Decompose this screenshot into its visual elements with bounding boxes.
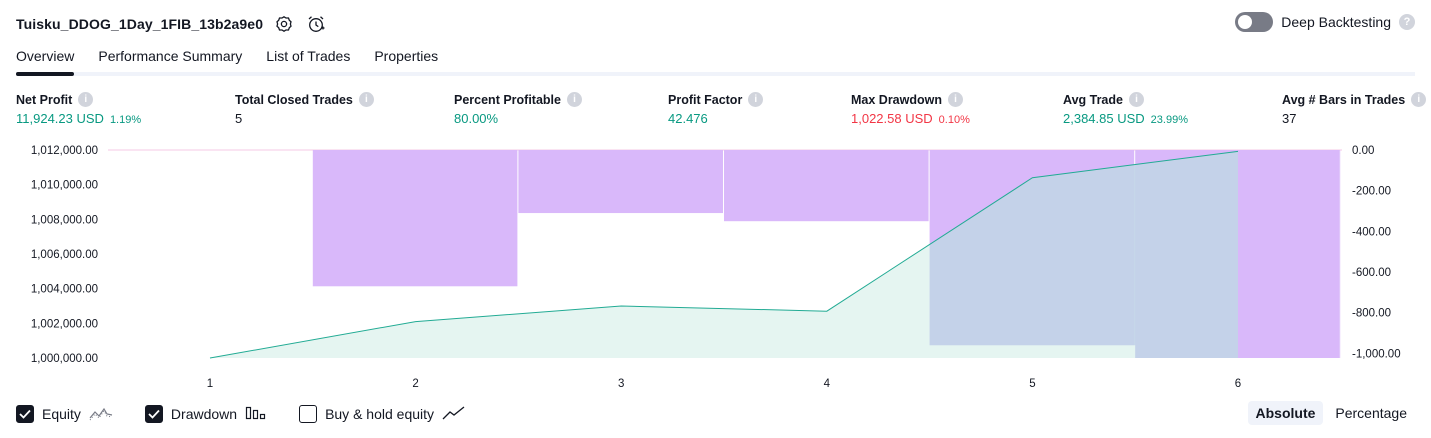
metric-percent: 23.99% xyxy=(1150,114,1188,126)
metric-value: 2,384.85 USD xyxy=(1063,111,1145,126)
metric-value: 80.00% xyxy=(454,111,499,126)
right-axis-tick: -600.00 xyxy=(1352,267,1391,279)
info-icon[interactable]: i xyxy=(748,92,764,107)
metric-percent: 1.19% xyxy=(109,114,142,126)
drawdown-bar xyxy=(724,150,929,222)
left-axis-tick: 1,010,000.00 xyxy=(31,180,98,192)
x-axis-tick: 3 xyxy=(618,378,624,390)
x-axis-tick: 2 xyxy=(412,378,418,390)
drawdown-icon xyxy=(245,405,267,424)
equity-drawdown-chart[interactable]: 1,012,000.00 1,010,000.00 1,008,000.00 1,00… xyxy=(0,138,1431,394)
left-axis-tick: 1,004,000.00 xyxy=(31,284,98,296)
equity-checkbox[interactable] xyxy=(16,405,34,423)
x-axis-tick: 4 xyxy=(824,378,831,390)
chart-legend: Equity Drawdown Buy & hold equity xyxy=(16,404,498,424)
metric-net-profit: Net Profit i 11,924.23 USD 1.19% xyxy=(16,92,141,126)
metric-label: Profit Factor xyxy=(668,92,743,107)
info-icon[interactable]: i xyxy=(358,92,374,107)
metric-value: 1,022.58 USD xyxy=(851,111,933,126)
metric-label: Avg # Bars in Trades xyxy=(1282,92,1406,107)
left-axis: 1,012,000.00 1,010,000.00 1,008,000.00 1,00… xyxy=(31,145,98,365)
right-axis-tick: -400.00 xyxy=(1352,226,1391,238)
deep-backtesting-toggle[interactable] xyxy=(1235,12,1274,32)
left-axis-tick: 1,000,000.00 xyxy=(31,353,98,365)
right-axis-tick: 0.00 xyxy=(1352,145,1374,157)
help-icon[interactable]: ? xyxy=(1399,14,1415,30)
drawdown-checkbox[interactable] xyxy=(144,405,163,423)
metric-percent: 0.10% xyxy=(938,114,970,126)
right-axis-tick: -1,000.00 xyxy=(1352,348,1401,360)
metric-label: Avg Trade xyxy=(1063,92,1123,107)
settings-icon[interactable] xyxy=(273,13,295,35)
metric-profit-factor: Profit Factor i 42.476 xyxy=(668,92,764,126)
metric-avg-bars: Avg # Bars in Trades i 37 xyxy=(1282,92,1427,126)
legend-label: Buy & hold equity xyxy=(325,406,435,422)
metric-value: 42.476 xyxy=(668,111,708,126)
info-icon[interactable]: i xyxy=(1411,92,1427,107)
metrics-row: Net Profit i 11,924.23 USD 1.19% Total Clo… xyxy=(16,92,1427,132)
info-icon[interactable]: i xyxy=(78,92,94,107)
x-axis-tick: 6 xyxy=(1235,378,1241,390)
metric-value: 37 xyxy=(1282,111,1297,126)
legend-drawdown[interactable]: Drawdown xyxy=(144,405,267,424)
deep-backtesting-label: Deep Backtesting xyxy=(1281,14,1391,30)
metric-label: Net Profit xyxy=(16,92,73,107)
x-axis-tick: 1 xyxy=(207,378,213,390)
legend-label: Drawdown xyxy=(170,406,238,422)
left-axis-tick: 1,008,000.00 xyxy=(31,214,98,226)
tab-performance-summary[interactable]: Performance Summary xyxy=(98,42,242,72)
metric-label: Total Closed Trades xyxy=(235,92,353,107)
tab-bar: Overview Performance Summary List of Tra… xyxy=(16,42,1415,76)
percentage-button[interactable]: Percentage xyxy=(1327,401,1415,425)
info-icon[interactable]: i xyxy=(948,92,963,107)
metric-value: 5 xyxy=(235,111,243,126)
metric-total-closed-trades: Total Closed Trades i 5 xyxy=(235,92,374,126)
drawdown-bar xyxy=(312,150,518,287)
x-axis-tick: 5 xyxy=(1029,378,1035,390)
legend-buy-hold[interactable]: Buy & hold equity xyxy=(299,405,466,424)
tab-list-of-trades[interactable]: List of Trades xyxy=(266,42,350,72)
deep-backtesting: Deep Backtesting ? xyxy=(1235,12,1415,32)
info-icon[interactable]: i xyxy=(1128,92,1144,107)
absolute-button[interactable]: Absolute xyxy=(1247,401,1324,425)
tab-overview[interactable]: Overview xyxy=(16,42,75,76)
equity-icon xyxy=(89,405,113,424)
metric-percent-profitable: Percent Profitable i 80.00% xyxy=(454,92,582,126)
left-axis-tick: 1,006,000.00 xyxy=(31,249,98,261)
strategy-title: Tuisku_DDOG_1Day_1FIB_13b2a9e0 xyxy=(16,16,264,32)
right-axis-tick: -200.00 xyxy=(1352,186,1391,198)
metric-value: 11,924.23 USD xyxy=(16,111,104,126)
legend-label: Equity xyxy=(42,406,81,422)
metric-label: Max Drawdown xyxy=(851,92,942,107)
buy-hold-icon xyxy=(442,405,466,424)
legend-equity[interactable]: Equity xyxy=(16,405,113,424)
header: Tuisku_DDOG_1Day_1FIB_13b2a9e0 xyxy=(16,10,327,38)
tab-properties[interactable]: Properties xyxy=(374,42,438,72)
info-icon[interactable]: i xyxy=(566,92,582,107)
metric-label: Percent Profitable xyxy=(454,92,561,107)
right-axis-tick: -800.00 xyxy=(1352,308,1391,320)
metric-avg-trade: Avg Trade i 2,384.85 USD 23.99% xyxy=(1063,92,1188,126)
left-axis-tick: 1,002,000.00 xyxy=(31,318,98,330)
left-axis-tick: 1,012,000.00 xyxy=(31,145,98,157)
metric-max-drawdown: Max Drawdown i 1,022.58 USD 0.10% xyxy=(851,92,970,126)
scale-modes: Absolute Percentage xyxy=(1247,401,1416,425)
drawdown-bar xyxy=(518,150,723,214)
x-axis: 1 2 3 4 5 6 xyxy=(207,378,1241,390)
right-axis: 0.00 -200.00 -400.00 -600.00 -800.00 -1,000.0… xyxy=(1352,145,1401,360)
alarm-clock-icon[interactable] xyxy=(305,13,327,35)
buy-hold-checkbox[interactable] xyxy=(299,405,318,423)
